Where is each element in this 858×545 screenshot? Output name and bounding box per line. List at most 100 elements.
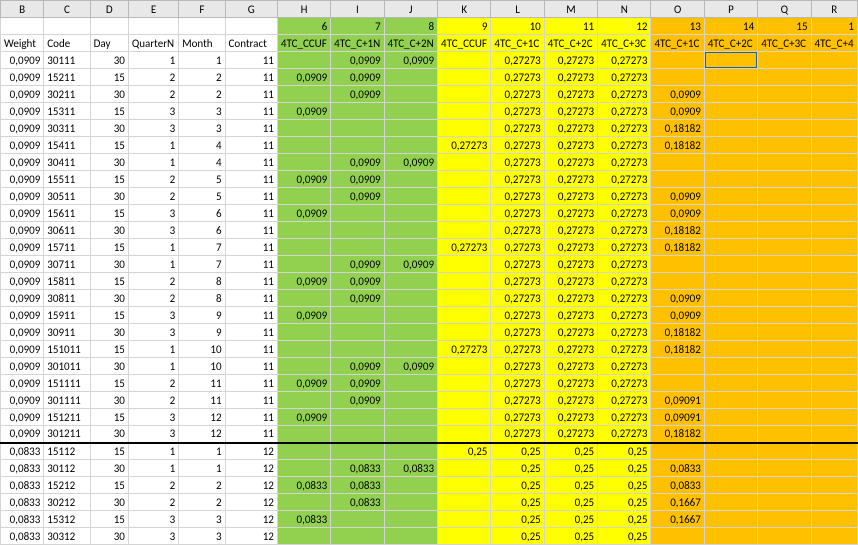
data-cell[interactable] [331,137,384,154]
data-cell[interactable]: 4 [179,154,225,171]
data-cell[interactable]: 0,0909 [1,409,44,426]
data-cell[interactable]: 0,0909 [277,273,330,290]
data-cell[interactable]: 30 [90,120,128,137]
data-cell[interactable]: 2 [128,290,178,307]
data-cell[interactable]: 10 [179,341,225,358]
data-cell[interactable] [277,52,330,69]
data-cell[interactable]: 15 [90,375,128,392]
data-cell[interactable]: 0,27273 [544,171,597,188]
data-cell[interactable]: 0,0909 [1,120,44,137]
data-cell[interactable] [331,528,384,545]
data-cell[interactable]: 1 [179,52,225,69]
data-cell[interactable]: 0,25 [491,460,544,477]
data-cell[interactable] [438,120,491,137]
data-cell[interactable] [438,307,491,324]
data-cell[interactable] [651,358,704,375]
field-header[interactable]: 4TC_C+3C [598,35,651,52]
col-header-P[interactable]: P [704,1,757,18]
data-cell[interactable] [758,528,811,545]
field-header[interactable]: 4TC_C+1N [331,35,384,52]
data-cell[interactable]: 0,0909 [1,358,44,375]
field-header[interactable]: 4TC_C+1C [491,35,544,52]
data-cell[interactable]: 0,27273 [598,273,651,290]
data-cell[interactable]: 0,25 [544,494,597,511]
data-cell[interactable]: 0,27273 [491,137,544,154]
data-cell[interactable] [758,256,811,273]
data-cell[interactable]: 0,27273 [491,426,544,443]
data-cell[interactable] [811,256,857,273]
data-cell[interactable]: 0,18182 [651,239,704,256]
data-cell[interactable] [331,239,384,256]
data-cell[interactable]: 0,27273 [544,324,597,341]
data-cell[interactable]: 3 [128,324,178,341]
data-cell[interactable]: 0,0909 [331,52,384,69]
data-cell[interactable]: 15 [90,409,128,426]
data-cell[interactable]: 1 [128,443,178,460]
data-cell[interactable]: 0,0909 [651,86,704,103]
data-cell[interactable] [331,511,384,528]
data-cell[interactable]: 0,0909 [1,103,44,120]
data-cell[interactable]: 1 [128,154,178,171]
data-cell[interactable]: 0,27273 [491,52,544,69]
data-cell[interactable]: 0,27273 [598,290,651,307]
data-cell[interactable]: 0,0909 [1,307,44,324]
data-cell[interactable] [758,154,811,171]
data-cell[interactable]: 2 [128,375,178,392]
data-cell[interactable]: 3 [128,120,178,137]
data-cell[interactable]: 2 [179,86,225,103]
data-cell[interactable]: 30 [90,392,128,409]
data-cell[interactable] [704,239,757,256]
data-cell[interactable]: 30711 [44,256,90,273]
data-cell[interactable]: 0,0909 [651,290,704,307]
numrow-cell[interactable] [128,18,178,35]
data-cell[interactable]: 0,27273 [491,188,544,205]
field-header[interactable]: 4TC_CCUF [438,35,491,52]
data-cell[interactable]: 0,25 [491,477,544,494]
field-header[interactable]: Weight [1,35,44,52]
data-cell[interactable]: 1 [128,341,178,358]
data-cell[interactable]: 0,0833 [384,460,437,477]
data-cell[interactable]: 0,27273 [544,256,597,273]
field-header[interactable]: 4TC_C+2C [704,35,757,52]
data-cell[interactable]: 0,27273 [491,392,544,409]
data-cell[interactable] [811,511,857,528]
data-cell[interactable] [438,205,491,222]
data-cell[interactable]: 30 [90,290,128,307]
data-cell[interactable]: 0,25 [598,528,651,545]
data-cell[interactable]: 2 [128,69,178,86]
data-cell[interactable]: 2 [128,171,178,188]
data-cell[interactable] [651,154,704,171]
data-cell[interactable] [704,256,757,273]
data-cell[interactable]: 0,27273 [544,239,597,256]
data-cell[interactable]: 3 [128,307,178,324]
data-cell[interactable] [811,273,857,290]
data-cell[interactable]: 0,09091 [651,409,704,426]
data-cell[interactable] [758,239,811,256]
data-cell[interactable] [704,358,757,375]
data-cell[interactable] [704,375,757,392]
data-cell[interactable] [811,52,857,69]
data-cell[interactable] [331,205,384,222]
data-cell[interactable] [384,307,437,324]
data-cell[interactable]: 0,0833 [1,511,44,528]
data-cell[interactable]: 3 [179,511,225,528]
data-cell[interactable]: 30811 [44,290,90,307]
data-cell[interactable] [438,528,491,545]
data-cell[interactable]: 15211 [44,69,90,86]
data-cell[interactable]: 0,0909 [331,171,384,188]
data-cell[interactable]: 2 [179,69,225,86]
data-cell[interactable]: 30111 [44,52,90,69]
data-cell[interactable]: 30 [90,188,128,205]
data-cell[interactable]: 0,0909 [1,86,44,103]
data-cell[interactable]: 15 [90,443,128,460]
data-cell[interactable] [758,477,811,494]
data-cell[interactable]: 0,0909 [277,307,330,324]
data-cell[interactable] [758,324,811,341]
data-cell[interactable]: 0,0909 [1,375,44,392]
data-cell[interactable]: 15 [90,239,128,256]
data-cell[interactable]: 15 [90,307,128,324]
data-cell[interactable] [811,494,857,511]
data-cell[interactable]: 11 [225,256,277,273]
data-cell[interactable]: 0,27273 [491,256,544,273]
data-cell[interactable]: 2 [128,494,178,511]
